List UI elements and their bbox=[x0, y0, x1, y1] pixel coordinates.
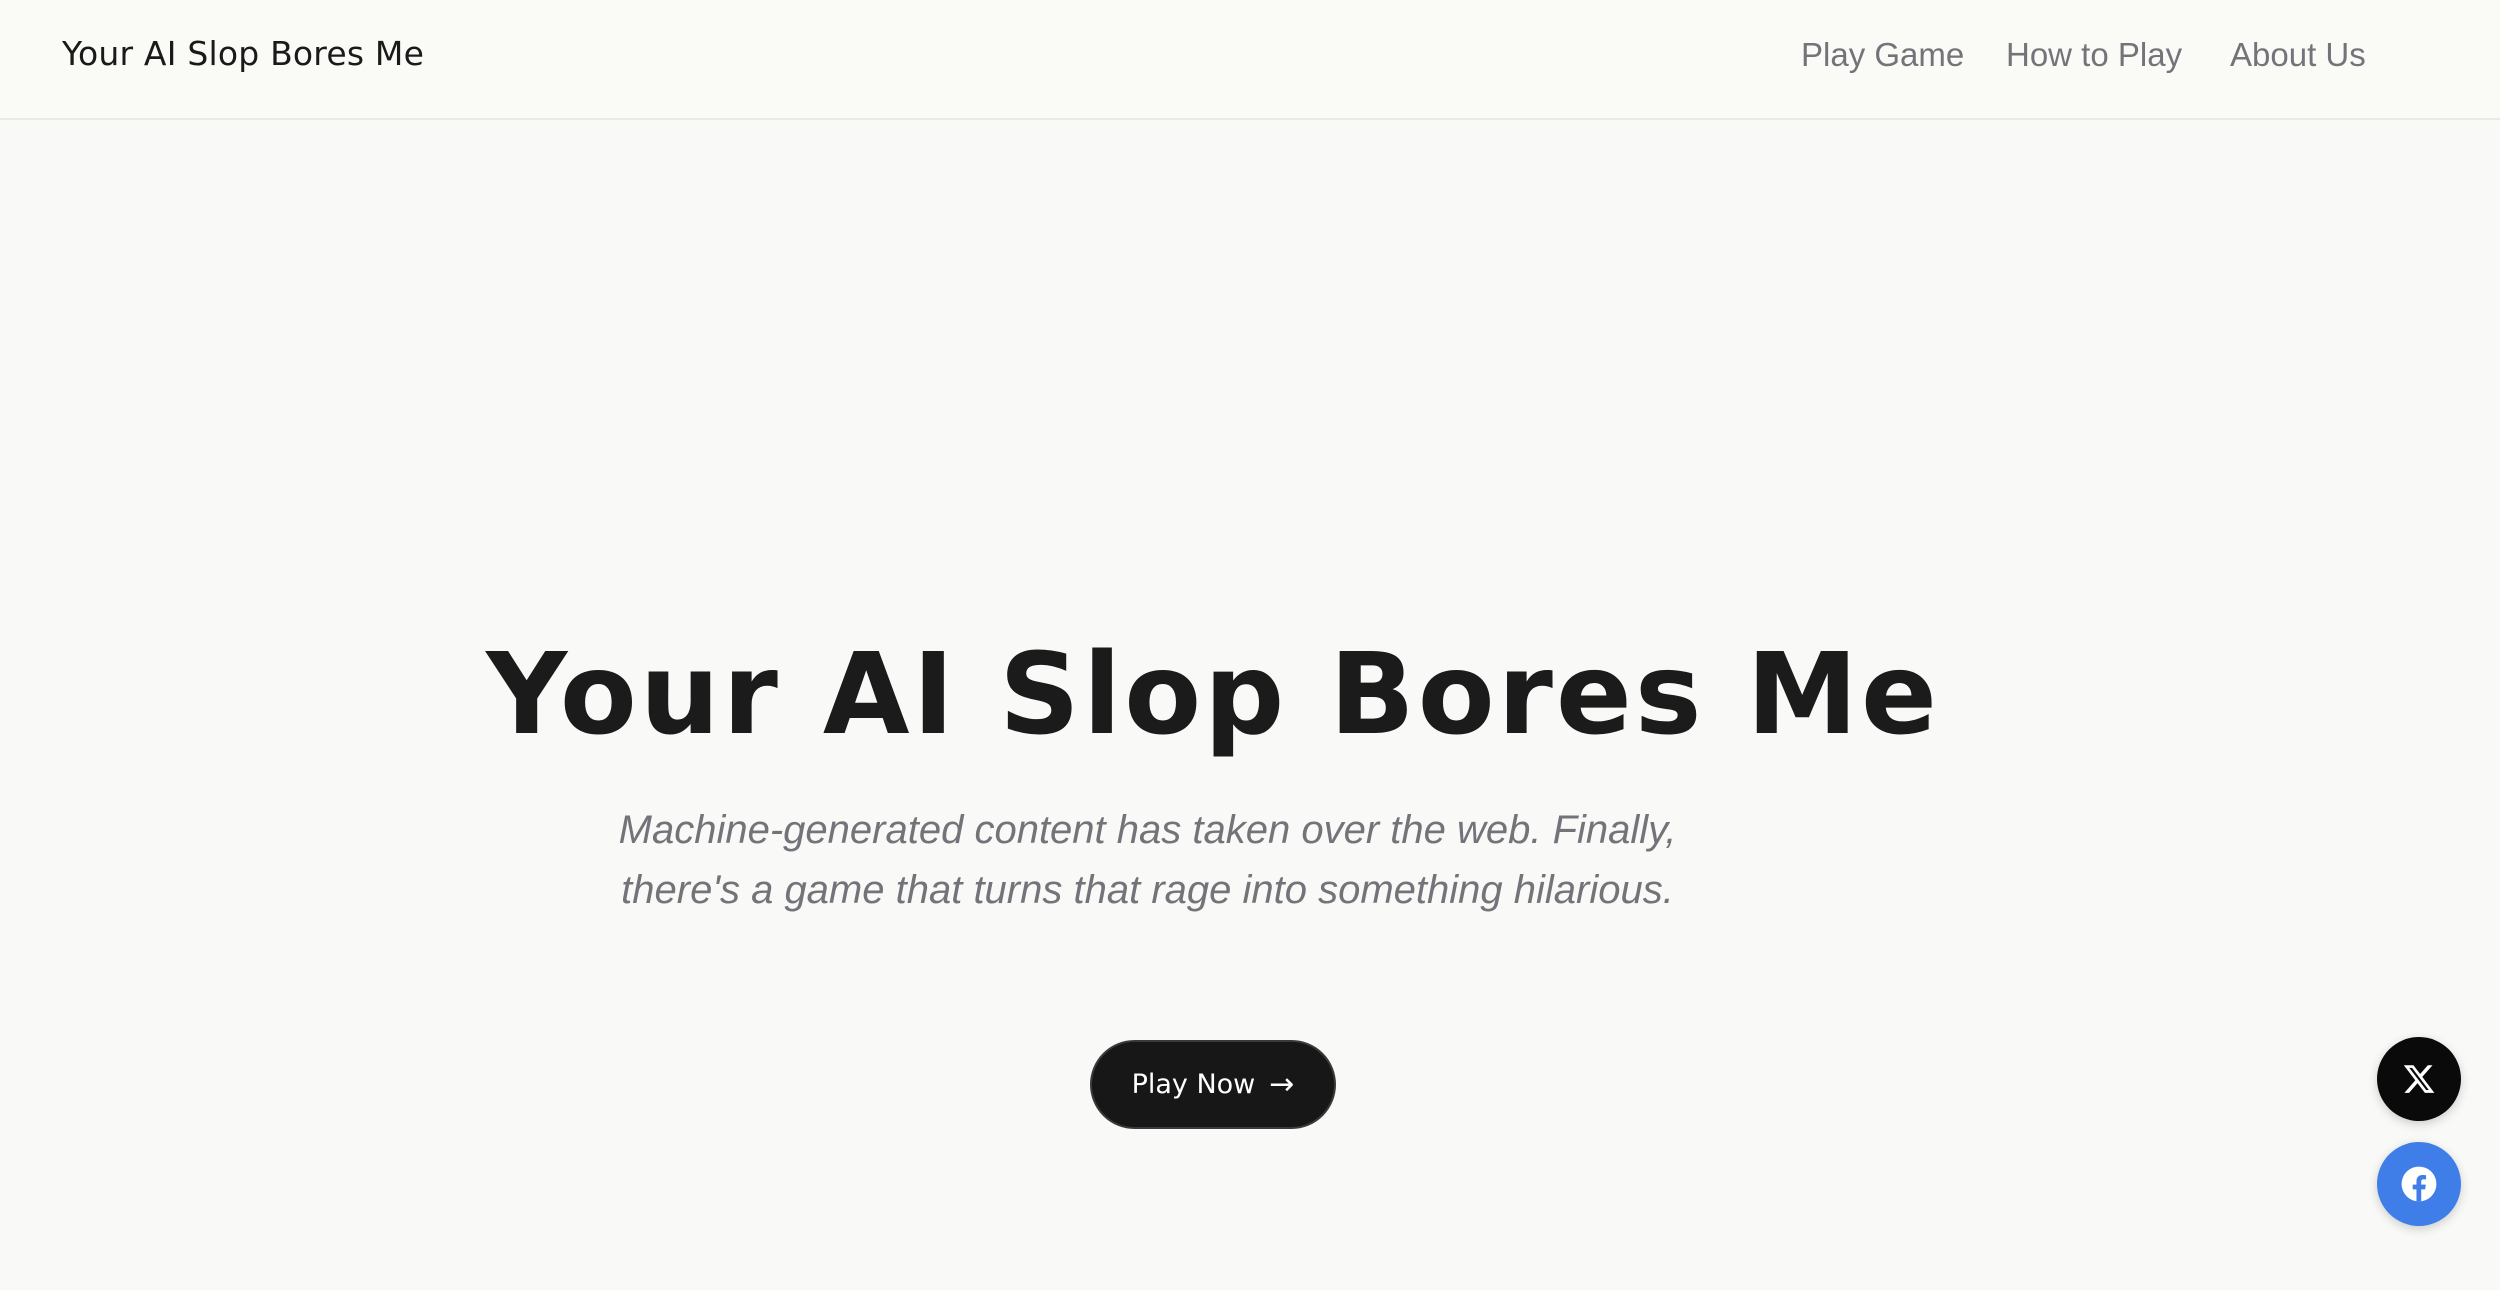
top-navbar: Your AI Slop Bores Me Play Game How to P… bbox=[0, 0, 2500, 120]
nav-about-us[interactable]: About Us bbox=[2230, 36, 2366, 74]
site-brand[interactable]: Your AI Slop Bores Me bbox=[62, 34, 424, 73]
facebook-logo-icon bbox=[2401, 1166, 2437, 1202]
play-now-button[interactable]: Play Now → bbox=[1090, 1040, 1336, 1129]
nav-play-game[interactable]: Play Game bbox=[1801, 36, 1964, 74]
play-now-label: Play Now bbox=[1131, 1069, 1256, 1100]
x-logo-icon bbox=[2403, 1065, 2435, 1093]
hero-subtitle: Machine-generated content has taken over… bbox=[618, 808, 1677, 912]
share-x-button[interactable] bbox=[2377, 1037, 2461, 1121]
arrow-right-icon: → bbox=[1269, 1066, 1295, 1102]
hero-title: Your AI Slop Bores Me bbox=[486, 630, 1940, 760]
nav-how-to-play[interactable]: How to Play bbox=[2006, 36, 2182, 74]
share-facebook-button[interactable] bbox=[2377, 1142, 2461, 1226]
